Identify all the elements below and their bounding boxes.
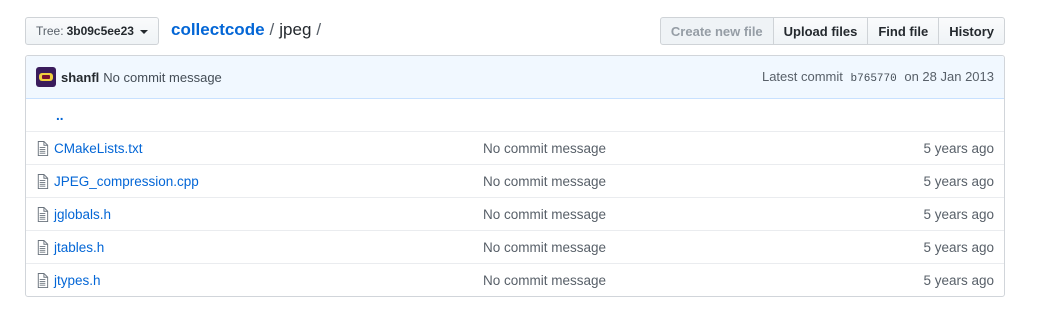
file-row: jtables.h No commit message 5 years ago — [26, 230, 1004, 263]
file-age: 5 years ago — [923, 272, 994, 288]
commit-message: No commit message — [103, 69, 222, 85]
file-commit-message[interactable]: No commit message — [483, 207, 606, 222]
parent-directory-row: .. — [26, 99, 1004, 131]
upload-files-button[interactable]: Upload files — [772, 17, 869, 45]
breadcrumb-separator: / — [316, 20, 322, 39]
latest-commit-label: Latest commit — [761, 69, 843, 84]
create-new-file-button[interactable]: Create new file — [659, 17, 774, 45]
file-name-link[interactable]: jtables.h — [54, 240, 474, 255]
file-row: jglobals.h No commit message 5 years ago — [26, 197, 1004, 230]
file-icon — [37, 140, 49, 156]
commit-sha-link[interactable]: b765770 — [851, 73, 897, 85]
breadcrumb: collectcode / jpeg / — [171, 20, 326, 40]
history-button[interactable]: History — [938, 17, 1005, 45]
file-commit-message[interactable]: No commit message — [483, 273, 606, 288]
file-name-link[interactable]: jglobals.h — [54, 207, 474, 222]
file-list: shanfl No commit message Latest commit b… — [25, 55, 1005, 297]
file-icon — [37, 173, 49, 189]
file-name-link[interactable]: CMakeLists.txt — [54, 141, 474, 156]
file-age: 5 years ago — [923, 140, 994, 156]
breadcrumb-current-dir: jpeg — [279, 20, 312, 39]
file-icon — [37, 239, 49, 255]
latest-commit-info: Latest commit b765770 on 28 Jan 2013 — [762, 69, 994, 85]
file-icon — [37, 206, 49, 222]
parent-directory-link[interactable]: .. — [56, 108, 64, 123]
file-name-link[interactable]: JPEG_compression.cpp — [54, 174, 474, 189]
branch-label: Tree: — [36, 24, 64, 38]
file-row: JPEG_compression.cpp No commit message 5… — [26, 164, 1004, 197]
commit-author-link[interactable]: shanfl — [61, 70, 99, 85]
file-age: 5 years ago — [923, 206, 994, 222]
file-row: CMakeLists.txt No commit message 5 years… — [26, 131, 1004, 164]
file-commit-message[interactable]: No commit message — [483, 240, 606, 255]
file-name-link[interactable]: jtypes.h — [54, 273, 474, 288]
file-age: 5 years ago — [923, 239, 994, 255]
file-row: jtypes.h No commit message 5 years ago — [26, 263, 1004, 296]
avatar[interactable] — [36, 67, 56, 87]
file-actions-group: Create new file Upload files Find file H… — [659, 17, 1005, 45]
latest-commit-bar: shanfl No commit message Latest commit b… — [26, 56, 1004, 99]
file-commit-message[interactable]: No commit message — [483, 141, 606, 156]
find-file-button[interactable]: Find file — [867, 17, 940, 45]
breadcrumb-repo-link[interactable]: collectcode — [171, 20, 265, 40]
file-commit-message[interactable]: No commit message — [483, 174, 606, 189]
file-icon — [37, 272, 49, 288]
file-navigation: Tree: 3b09c5ee23 collectcode / jpeg / Cr… — [25, 17, 1005, 45]
caret-down-icon — [139, 29, 148, 34]
file-age: 5 years ago — [923, 173, 994, 189]
breadcrumb-separator: / — [269, 20, 275, 39]
commit-date: on 28 Jan 2013 — [904, 69, 994, 84]
branch-value: 3b09c5ee23 — [66, 24, 134, 38]
branch-select-button[interactable]: Tree: 3b09c5ee23 — [25, 17, 159, 45]
